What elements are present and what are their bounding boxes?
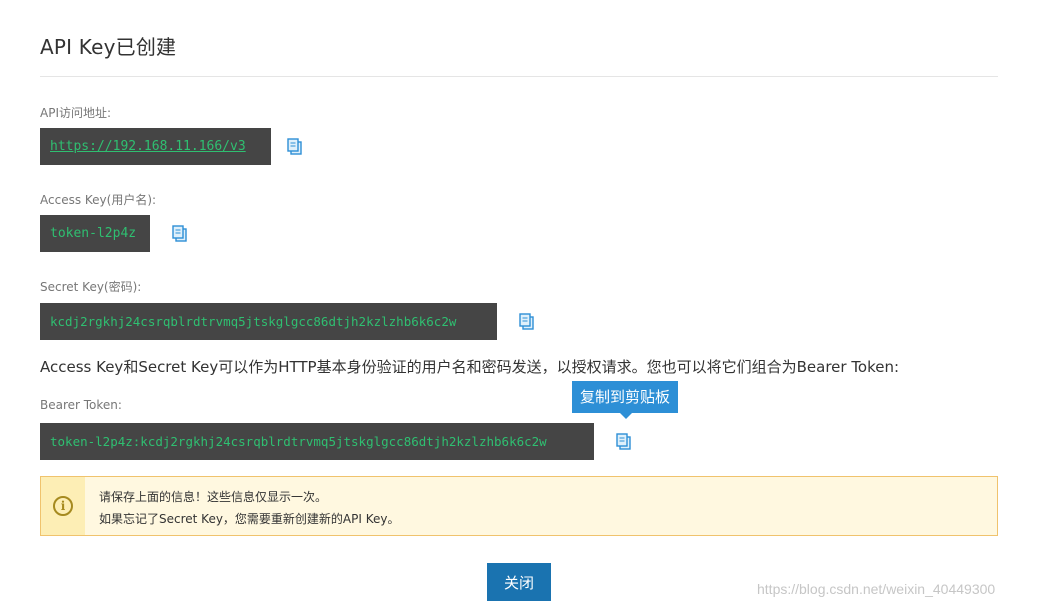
bearer-token-value: token-l2p4z:kcdj2rgkhj24csrqblrdtrvmq5jt… bbox=[40, 423, 594, 460]
copy-icon[interactable] bbox=[615, 432, 633, 452]
copy-icon[interactable] bbox=[286, 137, 304, 157]
page-title: API Key已创建 bbox=[40, 35, 177, 59]
copy-icon[interactable] bbox=[171, 224, 189, 244]
copy-tooltip: 复制到剪贴板 bbox=[572, 381, 679, 419]
api-url-value[interactable]: https://192.168.11.166/v3 bbox=[40, 128, 271, 165]
warning-icon-area: i bbox=[41, 477, 85, 535]
warning-line-2: 如果忘记了Secret Key，您需要重新创建新的API Key。 bbox=[99, 512, 400, 526]
warning-banner: i 请保存上面的信息！这些信息仅显示一次。 如果忘记了Secret Key，您需… bbox=[40, 476, 998, 536]
info-circle-icon: i bbox=[53, 496, 73, 516]
info-text: Access Key和Secret Key可以作为HTTP基本身份验证的用户名和… bbox=[40, 358, 900, 376]
close-button[interactable]: 关闭 bbox=[487, 563, 551, 601]
bearer-token-label: Bearer Token: bbox=[40, 398, 122, 412]
copy-icon[interactable] bbox=[518, 312, 536, 332]
secret-key-value: kcdj2rgkhj24csrqblrdtrvmq5jtskglgcc86dtj… bbox=[40, 303, 497, 340]
watermark: https://blog.csdn.net/weixin_40449300 bbox=[757, 581, 996, 597]
warning-line-1: 请保存上面的信息！这些信息仅显示一次。 bbox=[99, 490, 328, 504]
access-key-label: Access Key(用户名): bbox=[40, 193, 157, 207]
secret-key-label: Secret Key(密码): bbox=[40, 280, 142, 294]
api-url-label: API访问地址: bbox=[40, 106, 112, 120]
access-key-value: token-l2p4z bbox=[40, 215, 150, 252]
title-divider bbox=[40, 76, 998, 77]
